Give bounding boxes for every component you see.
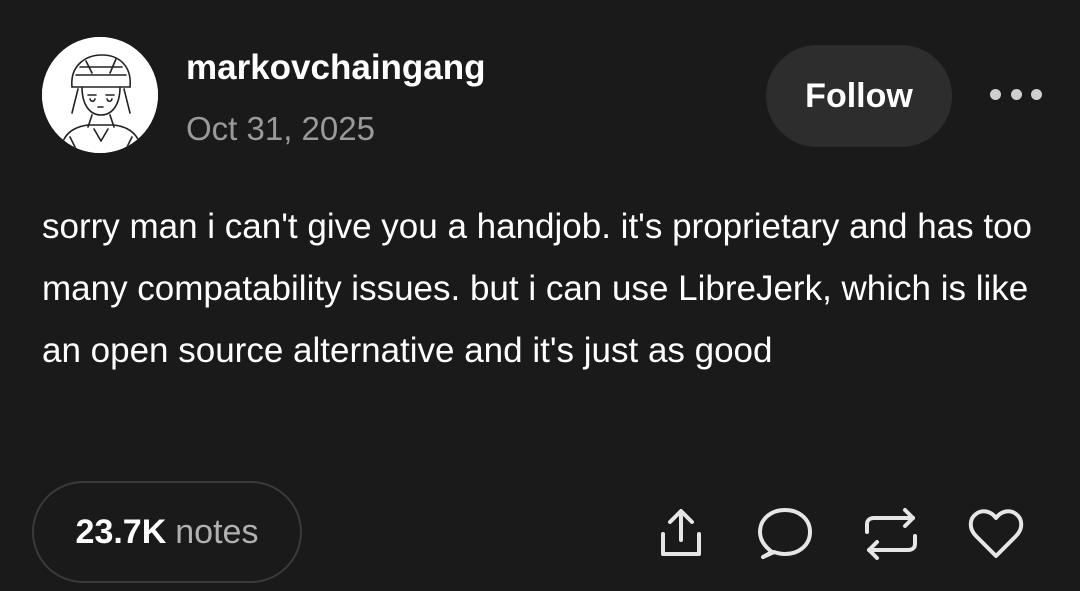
notes-label: notes xyxy=(175,512,259,551)
more-options-icon[interactable] xyxy=(990,80,1042,108)
reblog-icon[interactable] xyxy=(859,502,923,566)
more-dot xyxy=(990,88,1001,100)
reply-icon[interactable] xyxy=(752,502,816,566)
more-dot xyxy=(1031,88,1042,100)
post-text: sorry man i can't give you a handjob. it… xyxy=(42,207,1033,370)
share-icon[interactable] xyxy=(649,502,713,566)
avatar-drawing xyxy=(42,37,158,153)
post-date[interactable]: Oct 31, 2025 xyxy=(186,110,375,148)
avatar[interactable] xyxy=(42,37,158,153)
more-dot xyxy=(1010,88,1022,100)
follow-button[interactable]: Follow xyxy=(766,45,952,147)
username[interactable]: markovchaingang xyxy=(186,48,486,88)
notes-count: 23.7K xyxy=(75,512,167,551)
heart-icon[interactable] xyxy=(964,502,1028,566)
notes-button[interactable]: 23.7K notes xyxy=(32,481,302,583)
